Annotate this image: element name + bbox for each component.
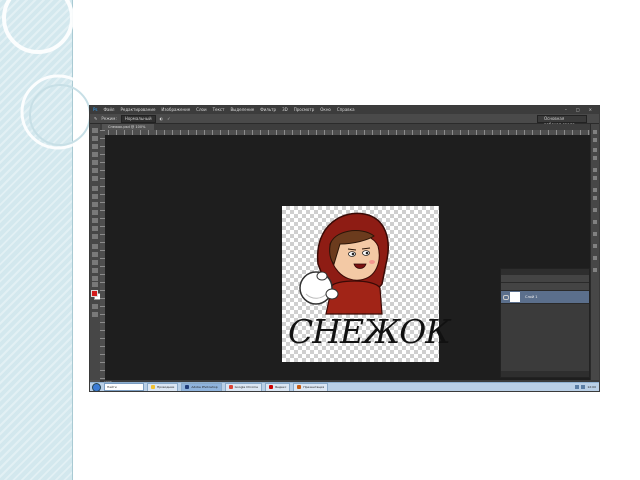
folder-icon <box>151 385 155 389</box>
stamp-tool-icon[interactable] <box>92 194 98 199</box>
layers-panel-footer <box>501 371 589 377</box>
brush-tool-icon[interactable] <box>92 186 98 191</box>
shape-tool-icon[interactable] <box>92 268 98 273</box>
menu-item-window[interactable]: Окно <box>317 106 334 114</box>
eye-icon[interactable] <box>503 295 509 300</box>
quick-mask-icon[interactable] <box>92 304 98 309</box>
pen-tool-icon[interactable] <box>92 244 98 249</box>
color-panel-icon[interactable] <box>593 130 597 134</box>
properties-panel-icon[interactable] <box>593 176 597 180</box>
workspace-select[interactable]: Основная рабочая среда <box>537 114 587 127</box>
menu-item-image[interactable]: Изображение <box>158 106 193 114</box>
start-button[interactable] <box>92 382 101 391</box>
gradient-tool-icon[interactable] <box>92 218 98 223</box>
close-icon[interactable]: × <box>586 106 595 114</box>
info-panel-icon[interactable] <box>593 220 597 224</box>
channels-panel-icon[interactable] <box>593 256 597 260</box>
brush-panel-icon[interactable] <box>593 188 597 192</box>
layers-panel-icon[interactable] <box>593 244 597 248</box>
healing-brush-icon[interactable] <box>92 176 98 181</box>
window-controls: – □ × <box>559 106 599 114</box>
layers-blend-row[interactable] <box>501 283 589 291</box>
taskbar-search-input[interactable]: Найти <box>104 383 144 391</box>
taskbar-button-explorer[interactable]: Проводник <box>147 382 179 391</box>
history-brush-icon[interactable] <box>92 202 98 207</box>
taskbar-button-label: Google Chrome <box>234 384 258 389</box>
options-bar: ✎ Режим: Нормальный ◐ ✓ Основная рабочая… <box>90 114 599 127</box>
photoshop-icon <box>185 385 190 389</box>
dodge-tool-icon[interactable] <box>92 234 98 239</box>
paragraph-panel-icon[interactable] <box>593 208 597 212</box>
taskbar-button-label: Презентация <box>303 384 325 389</box>
styles-panel-icon[interactable] <box>593 156 597 160</box>
taskbar-button-yandex[interactable]: Яндекс <box>264 382 291 391</box>
layer-row[interactable]: Слой 1 <box>501 291 589 304</box>
lasso-tool-icon[interactable] <box>92 144 98 149</box>
chrome-icon <box>228 385 233 389</box>
move-tool-icon[interactable] <box>92 128 98 133</box>
taskbar-button-label: Проводник <box>157 384 175 389</box>
opacity-icon[interactable]: ◐ <box>160 114 164 124</box>
hand-tool-icon[interactable] <box>92 276 98 281</box>
character-panel-icon[interactable] <box>593 196 597 200</box>
menu-item-help[interactable]: Справка <box>334 106 358 114</box>
taskbar-button-label: Adobe Photoshop <box>191 384 218 389</box>
eyedropper-icon[interactable] <box>92 168 98 173</box>
paths-panel-icon[interactable] <box>593 268 597 272</box>
marquee-tool-icon[interactable] <box>92 136 98 141</box>
taskbar-button-chrome[interactable]: Google Chrome <box>224 382 262 391</box>
menu-item-filter[interactable]: Фильтр <box>257 106 279 114</box>
menu-item-select[interactable]: Выделение <box>227 106 257 114</box>
layers-panel: Слой 1 <box>500 268 590 378</box>
clock[interactable]: 12:00 <box>587 385 596 389</box>
eraser-tool-icon[interactable] <box>92 210 98 215</box>
swatches-panel-icon[interactable] <box>593 138 597 142</box>
layer-name: Слой 1 <box>525 295 538 299</box>
windows-taskbar: Найти Проводник Adobe Photoshop Google C… <box>90 382 599 391</box>
mode-select[interactable]: Нормальный <box>120 114 156 123</box>
blur-tool-icon[interactable] <box>92 226 98 231</box>
menu-item-type[interactable]: Текст <box>210 106 228 114</box>
photoshop-window: Ps Файл Редактирование Изображение Слои … <box>89 105 600 392</box>
layer-thumbnail <box>510 292 520 302</box>
canvas-caption-text: СНЕЖОК <box>288 312 451 351</box>
menu-item-edit[interactable]: Редактирование <box>118 106 159 114</box>
document-canvas[interactable]: СНЕЖОК <box>282 206 451 362</box>
airbrush-icon[interactable]: ✓ <box>167 114 170 124</box>
taskbar-button-photoshop[interactable]: Adobe Photoshop <box>181 382 222 391</box>
volume-icon[interactable] <box>581 385 586 389</box>
foreground-color-swatch[interactable] <box>91 290 98 297</box>
menu-item-layers[interactable]: Слои <box>193 106 209 114</box>
magic-wand-icon[interactable] <box>92 152 98 157</box>
taskbar-button-label: Яндекс <box>274 384 287 389</box>
menu-item-view[interactable]: Просмотр <box>291 106 318 114</box>
zoom-tool-icon[interactable] <box>92 282 98 287</box>
tool-preset-icon[interactable]: ✎ <box>94 114 97 124</box>
mode-label: Режим: <box>101 115 117 121</box>
powerpoint-icon <box>297 385 302 389</box>
taskbar-button-presentation[interactable]: Презентация <box>293 382 329 391</box>
maximize-icon[interactable]: □ <box>573 106 583 114</box>
system-tray: 12:00 <box>575 385 599 389</box>
menu-item-3d[interactable]: 3D <box>279 106 291 114</box>
screen-mode-icon[interactable] <box>92 312 98 317</box>
adjustments-panel-icon[interactable] <box>593 148 597 152</box>
type-tool-icon[interactable] <box>92 252 98 257</box>
minimize-icon[interactable]: – <box>562 106 570 114</box>
crop-tool-icon[interactable] <box>92 160 98 165</box>
history-panel-icon[interactable] <box>593 168 597 172</box>
navigator-panel-icon[interactable] <box>593 232 597 236</box>
path-select-icon[interactable] <box>92 260 98 265</box>
network-icon[interactable] <box>575 385 580 389</box>
layers-filter-row[interactable] <box>501 275 589 283</box>
yandex-icon <box>268 385 273 389</box>
right-panel-dock <box>590 124 599 380</box>
